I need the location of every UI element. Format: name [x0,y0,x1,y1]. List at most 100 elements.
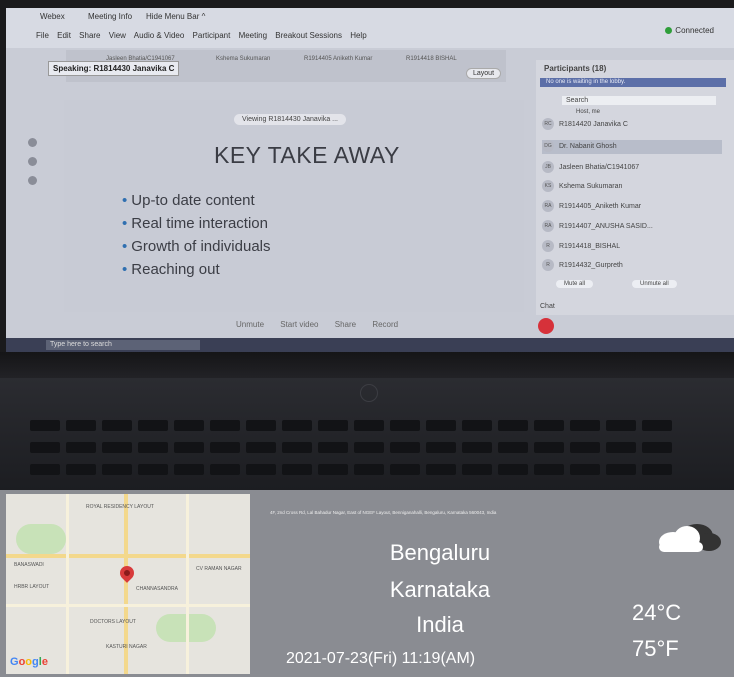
keyboard-row [30,418,700,431]
menu-help[interactable]: Help [350,31,366,40]
menu-breakout[interactable]: Breakout Sessions [275,31,342,40]
speaking-indicator: Speaking: R1814430 Janavika C [48,61,180,76]
google-logo: Google [10,656,48,668]
thumb-4[interactable]: R1914418 BISHAL [406,56,457,62]
map-park [16,524,66,554]
participant-row[interactable]: DG Dr. Nabanit Ghosh [542,140,722,154]
map-label: ROYAL RESIDENCY LAYOUT [86,504,154,510]
menu-meeting[interactable]: Meeting [239,31,267,40]
windows-taskbar: Type here to search [6,338,734,352]
thumb-2[interactable]: Kshema Sukumaran [216,56,270,62]
city-name: Bengaluru [389,540,491,565]
participant-name: Jasleen Bhatia/C1941067 [559,164,640,171]
participant-row[interactable]: RC R1814420 Janavika C [542,118,722,132]
state-name: Karnataka [389,577,491,602]
map-label: KASTURI NAGAR [106,644,147,650]
map-road [186,494,189,674]
laptop-bezel [0,352,734,378]
map-label: CV RAMAN NAGAR [196,566,242,572]
avatar: DG [542,140,554,153]
location-map: ROYAL RESIDENCY LAYOUT BANASWADI HRBR LA… [6,494,250,674]
host-label: Host, me [576,109,601,115]
participant-search-input[interactable]: Search [562,96,716,105]
meeting-info-button[interactable]: Meeting Info [88,12,132,21]
participant-name: Kshema Sukumaran [559,183,623,190]
participant-name: R1914418_BISHAL [559,243,621,250]
eraser-icon[interactable] [28,176,37,185]
taskbar-search-input[interactable]: Type here to search [46,340,200,350]
menu-share[interactable]: Share [79,31,100,40]
slide-bullets: Up-to date content Real time interaction… [122,192,271,284]
participant-row[interactable]: KS Kshema Sukumaran [542,180,722,194]
map-label: CHANNASANDRA [136,586,178,592]
shared-slide: Viewing R1814430 Janavika ... KEY TAKE A… [64,100,524,312]
laptop-keyboard-deck [0,378,734,490]
unmute-button[interactable]: Unmute [236,320,264,329]
participant-row[interactable]: RA R1914407_ANUSHA SASID... [542,220,722,234]
avatar: R [542,259,554,272]
start-video-button[interactable]: Start video [280,320,318,329]
temperature-fahrenheit: 75°F [632,636,679,661]
mute-all-button[interactable]: Mute all [556,280,594,288]
country-name: India [416,612,464,637]
thumb-3[interactable]: R1914405 Aniketh Kumar [304,56,372,62]
participant-name: R1914407_ANUSHA SASID... [559,223,653,230]
end-call-icon[interactable] [538,318,554,334]
annotation-toolbar [28,138,37,195]
address-line: 4F, 2nd Cross Rd, Lal Bahadur Nagar, Eas… [270,510,497,515]
pointer-icon[interactable] [28,138,37,147]
participant-name: R1814420 Janavika C [559,121,628,128]
bullet-item: Real time interaction [122,215,271,238]
menu-view[interactable]: View [109,31,126,40]
participant-name: R1914432_Gurpreth [559,262,623,269]
menu-edit[interactable]: Edit [57,31,71,40]
viewing-label: Viewing R1814430 Janavika ... [234,114,346,125]
map-label: BANASWADI [14,562,44,568]
record-button[interactable]: Record [372,320,398,329]
avatar: JB [542,161,554,174]
bullet-item: Up-to date content [122,192,271,215]
avatar: KS [542,180,554,193]
cloud-icon [659,524,721,552]
participant-row[interactable]: JB Jasleen Bhatia/C1941067 [542,161,722,175]
hide-menu-button[interactable]: Hide Menu Bar ^ [146,12,205,21]
participant-row[interactable]: RA R1914405_Aniketh Kumar [542,200,722,214]
map-road [66,494,69,674]
keyboard-row [30,462,700,475]
participant-row[interactable]: R R1914418_BISHAL [542,240,722,254]
map-label: DOCTORS LAYOUT [90,619,136,625]
participant-name: R1914405_Aniketh Kumar [559,203,642,210]
pen-icon[interactable] [28,157,37,166]
participants-title: Participants (18) [544,64,607,73]
webex-menu-bar: Webex Meeting Info Hide Menu Bar ^ File … [6,8,734,48]
slide-title: KEY TAKE AWAY [214,142,400,168]
bullet-item: Growth of individuals [122,238,270,261]
lobby-banner: No one is waiting in the lobby. [540,78,726,87]
participants-panel: Participants (18) No one is waiting in t… [536,60,734,315]
chat-toggle[interactable]: Chat [540,303,555,310]
bullet-item: Reaching out [122,261,271,284]
map-label: HRBR LAYOUT [14,584,50,590]
participant-row[interactable]: R R1914432_Gurpreth [542,259,722,273]
hp-logo-icon [360,384,378,402]
avatar: R [542,240,554,253]
gps-stamp-overlay: ROYAL RESIDENCY LAYOUT BANASWADI HRBR LA… [0,490,734,677]
menu-list: File Edit Share View Audio & Video Parti… [36,31,373,40]
layout-button[interactable]: Layout [466,68,502,79]
location-pin-icon [117,563,137,583]
menu-participant[interactable]: Participant [193,31,231,40]
timestamp: 2021-07-23(Fri) 11:19(AM) [286,650,476,667]
meeting-controls: Unmute Start video Share Record [236,320,412,329]
avatar: RA [542,200,554,213]
avatar: RC [542,118,554,131]
unmute-all-button[interactable]: Unmute all [632,280,677,288]
connection-status: Connected [665,26,714,35]
share-button[interactable]: Share [335,320,356,329]
laptop-screen: Webex Meeting Info Hide Menu Bar ^ File … [6,8,734,352]
participant-name: Dr. Nabanit Ghosh [559,143,617,150]
map-road [6,554,250,558]
map-road [6,604,250,607]
menu-audio-video[interactable]: Audio & Video [134,31,185,40]
app-title: Webex [40,12,65,21]
menu-file[interactable]: File [36,31,49,40]
